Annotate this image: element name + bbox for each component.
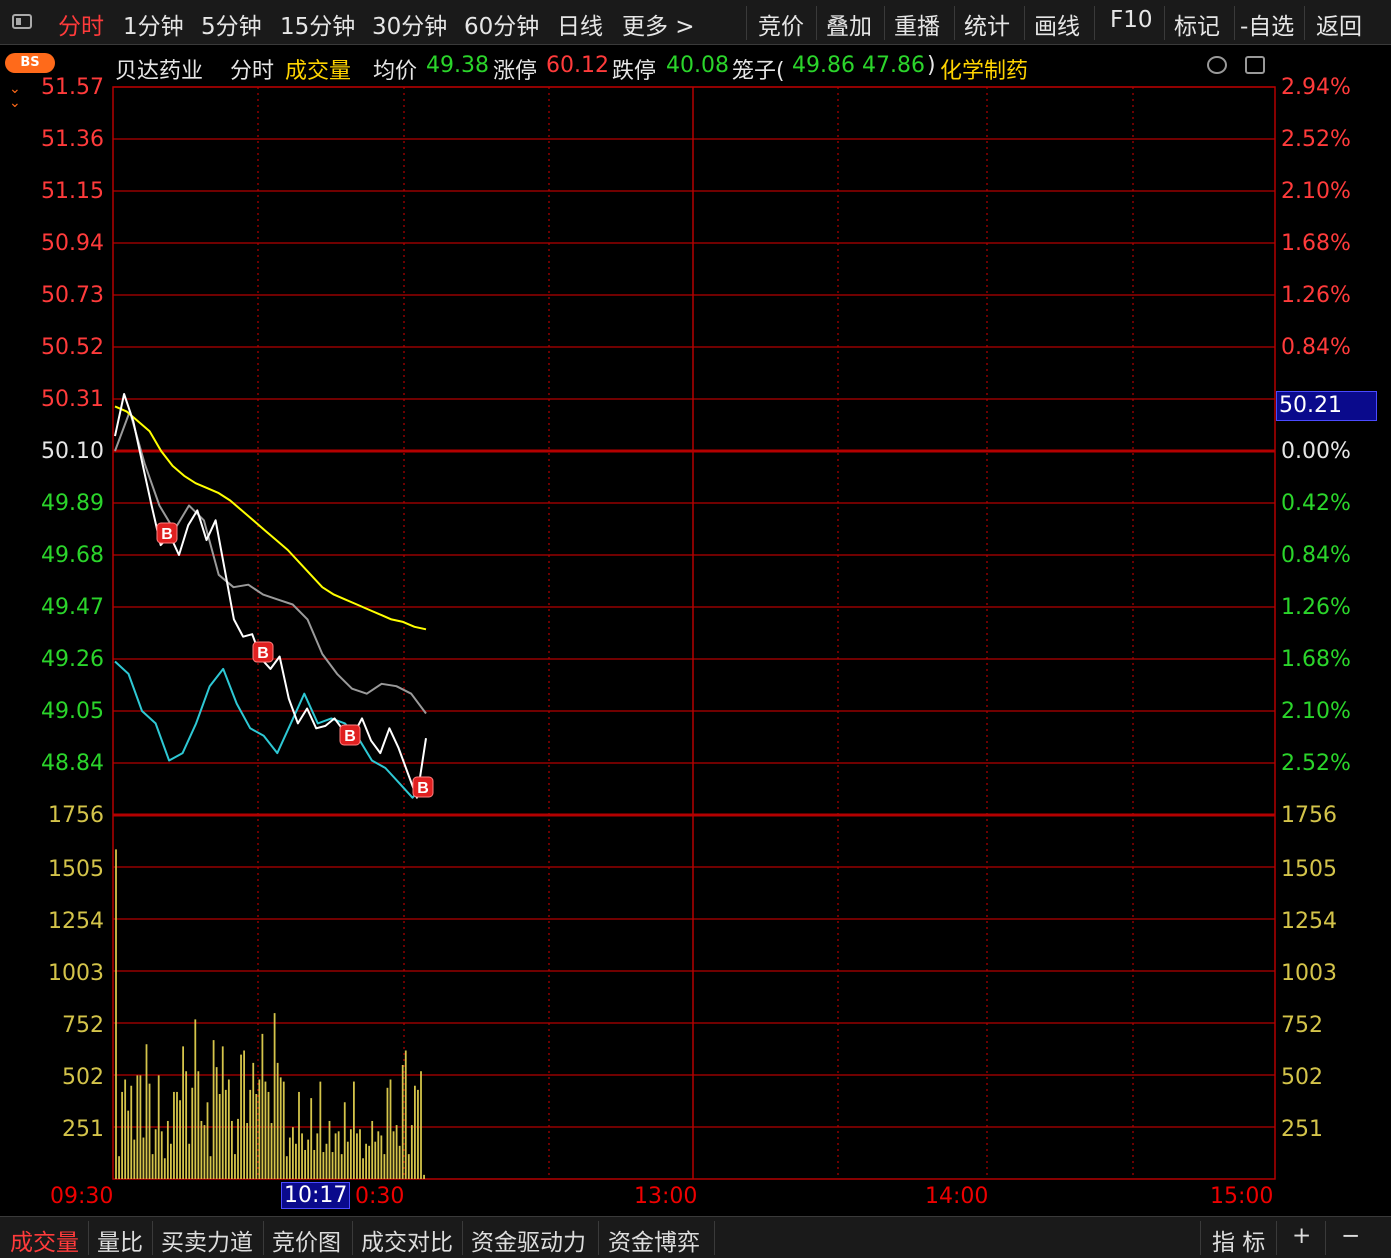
tab-auction-chart[interactable]: 竞价图 <box>272 1223 341 1257</box>
price-tick: 50.52 <box>41 335 104 360</box>
volume-tick: 1756 <box>1281 803 1337 828</box>
volume-tick: 1756 <box>48 803 104 828</box>
price-tick: 49.68 <box>41 543 104 568</box>
pct-tick: 0.84% <box>1281 335 1351 360</box>
volume-tick: 752 <box>62 1013 104 1038</box>
time-tick-1400: 14:00 <box>925 1184 989 1209</box>
pct-tick: 2.10% <box>1281 179 1351 204</box>
pct-tick: 2.94% <box>1281 75 1351 100</box>
volume-tick: 752 <box>1281 1013 1323 1038</box>
prev-close-tick: 50.10 <box>41 439 104 464</box>
buy-marker-label: B <box>344 728 356 745</box>
buy-marker-label: B <box>161 526 173 543</box>
volume-tick: 1505 <box>48 857 104 882</box>
price-tick: 49.05 <box>41 699 104 724</box>
volume-tick: 1003 <box>48 961 104 986</box>
pct-tick: 2.52% <box>1281 751 1351 776</box>
avg-price-line <box>114 405 427 631</box>
zoom-out-button[interactable]: − <box>1341 1223 1360 1249</box>
buy-marker-label: B <box>417 780 429 797</box>
price-tick: 50.73 <box>41 283 104 308</box>
volume-tick: 502 <box>62 1065 104 1090</box>
price-tick: 49.47 <box>41 595 104 620</box>
pct-tick: 2.10% <box>1281 699 1351 724</box>
pct-tick: 1.26% <box>1281 283 1351 308</box>
time-tick-1500: 15:00 <box>1210 1184 1274 1209</box>
indicator-tabs: 成交量 量比 买卖力道 竞价图 成交对比 资金驱动力 资金博弈 指 标 + − <box>0 1216 1391 1258</box>
price-tick: 49.89 <box>41 491 104 516</box>
volume-tick: 251 <box>1281 1117 1323 1142</box>
tab-trade-compare[interactable]: 成交对比 <box>361 1223 453 1257</box>
time-tick-1030: 0:30 <box>355 1184 405 1209</box>
indicator-button[interactable]: 指 标 <box>1212 1223 1265 1257</box>
time-tick-1300: 13:00 <box>634 1184 698 1209</box>
pct-tick: 0.84% <box>1281 543 1351 568</box>
current-price-tag: 50.21 <box>1276 391 1377 421</box>
tab-buy-sell-force[interactable]: 买卖力道 <box>161 1223 253 1257</box>
pct-tick: 0.42% <box>1281 491 1351 516</box>
pct-tick: 1.26% <box>1281 595 1351 620</box>
time-tick-open: 09:30 <box>50 1184 114 1209</box>
price-tick: 48.84 <box>41 751 104 776</box>
cursor-time-tag: 10:17 <box>281 1182 351 1209</box>
price-tick: 51.15 <box>41 179 104 204</box>
pct-tick: 1.68% <box>1281 647 1351 672</box>
price-tick: 50.31 <box>41 387 104 412</box>
pct-tick: 1.68% <box>1281 231 1351 256</box>
tab-volume-ratio[interactable]: 量比 <box>97 1223 143 1257</box>
volume-tick: 1254 <box>1281 909 1337 934</box>
intraday-chart[interactable]: B B B B <box>0 0 1391 1257</box>
volume-tick: 1505 <box>1281 857 1337 882</box>
pct-tick: 0.00% <box>1281 439 1351 464</box>
price-tick: 50.94 <box>41 231 104 256</box>
tab-volume[interactable]: 成交量 <box>10 1223 79 1257</box>
pct-tick: 2.52% <box>1281 127 1351 152</box>
tab-fund-game[interactable]: 资金博弈 <box>608 1223 700 1257</box>
volume-tick: 1003 <box>1281 961 1337 986</box>
tab-fund-drive[interactable]: 资金驱动力 <box>471 1223 586 1257</box>
buy-marker-label: B <box>257 645 269 662</box>
price-tick: 49.26 <box>41 647 104 672</box>
price-tick: 51.57 <box>41 75 104 100</box>
zoom-in-button[interactable]: + <box>1292 1223 1311 1249</box>
cyan-overlay-line <box>114 660 427 799</box>
volume-tick: 251 <box>62 1117 104 1142</box>
volume-tick: 502 <box>1281 1065 1323 1090</box>
price-tick: 51.36 <box>41 127 104 152</box>
chart-frame <box>112 86 1276 1180</box>
volume-tick: 1254 <box>48 909 104 934</box>
